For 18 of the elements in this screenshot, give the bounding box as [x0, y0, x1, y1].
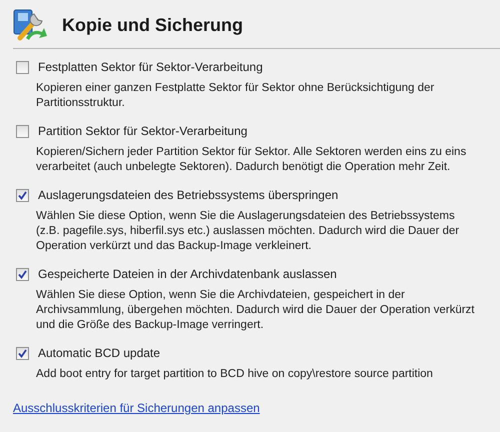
section-title: Kopie und Sicherung	[62, 14, 244, 36]
option-label: Automatic BCD update	[38, 346, 160, 360]
option-description: Kopieren einer ganzen Festplatte Sektor für Sektor ohne Berücksichtigung der Partitionsstruktur.	[36, 81, 436, 111]
option-description: Wählen Sie diese Option, wenn Sie die Archivdateien, gespeichert in der Archivsammlung, übergehen möchten. Dadurch wird die Dauer der Operation verkürzt und die Größe des Backup-Image verringert.	[36, 288, 476, 333]
tools-icon	[12, 8, 48, 42]
option-label: Gespeicherte Dateien in der Archivdatenbank auslassen	[38, 267, 337, 281]
checkbox[interactable]	[16, 60, 29, 74]
option-label: Auslagerungsdateien des Betriebssystems überspringen	[38, 188, 338, 202]
option-label: Festplatten Sektor für Sektor-Verarbeitung	[38, 60, 263, 74]
option-description: Add boot entry for target partition to BCD hive on copy\restore source partition	[36, 367, 434, 382]
checkbox[interactable]	[16, 268, 29, 280]
option-label: Partition Sektor für Sektor-Verarbeitung	[38, 124, 248, 138]
checkbox[interactable]	[16, 346, 29, 360]
option-description: Kopieren/Sichern jeder Partition Sektor für Sektor. Alle Sektoren werden eins zu eins verarbeitet (auch unbelegte Sektoren). Dadurch benötigt die Operation mehr Zeit.	[36, 145, 468, 175]
exclusion-criteria-link[interactable]: Ausschlusskriterien für Sicherungen anpassen	[13, 401, 260, 415]
checkbox[interactable]	[16, 124, 29, 138]
option-description: Wählen Sie diese Option, wenn Sie die Auslagerungsdateien des Betriebssystems (z.B. pagefile.sys, hiberfil.sys etc.) auslassen möchten. Dadurch wird die Dauer der Operation verkürzt und das Backup-Image verkleinert.	[36, 209, 460, 254]
checkbox[interactable]	[16, 188, 29, 202]
